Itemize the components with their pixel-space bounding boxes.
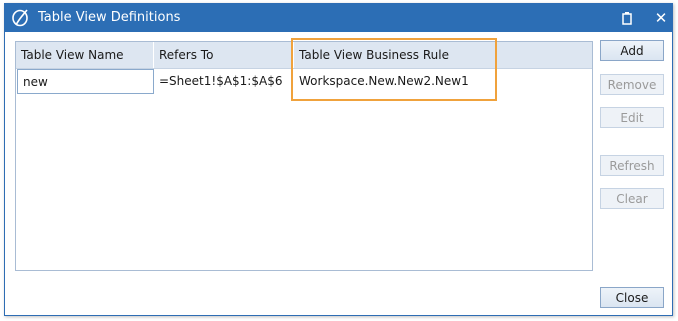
- cell-business-rule[interactable]: Workspace.New.New2.New1: [294, 69, 504, 94]
- edit-button[interactable]: Edit: [600, 107, 664, 128]
- column-header-refers-to[interactable]: Refers To: [154, 42, 294, 68]
- table-view-grid: Table View Name Refers To Table View Bus…: [15, 41, 593, 271]
- title-bar[interactable]: Table View Definitions ✕: [5, 4, 672, 32]
- restore-icon[interactable]: [619, 10, 635, 26]
- refresh-button[interactable]: Refresh: [600, 155, 664, 176]
- column-header-table-view-name[interactable]: Table View Name: [16, 42, 154, 68]
- app-logo-icon: [12, 9, 28, 27]
- grid-header: Table View Name Refers To Table View Bus…: [16, 42, 592, 69]
- cell-refers-to[interactable]: =Sheet1!$A$1:$A$6: [154, 69, 294, 94]
- remove-button[interactable]: Remove: [600, 74, 664, 95]
- cell-table-view-name[interactable]: new: [17, 69, 154, 94]
- add-button[interactable]: Add: [600, 40, 664, 61]
- table-row[interactable]: new =Sheet1!$A$1:$A$6 Workspace.New.New2…: [16, 69, 592, 94]
- close-icon[interactable]: ✕: [653, 9, 669, 27]
- table-view-definitions-dialog: Table View Definitions ✕ Table View Name…: [4, 3, 673, 316]
- close-button[interactable]: Close: [600, 287, 664, 308]
- window-title: Table View Definitions: [38, 10, 181, 25]
- clear-button[interactable]: Clear: [600, 188, 664, 209]
- column-header-business-rule[interactable]: Table View Business Rule: [294, 42, 592, 68]
